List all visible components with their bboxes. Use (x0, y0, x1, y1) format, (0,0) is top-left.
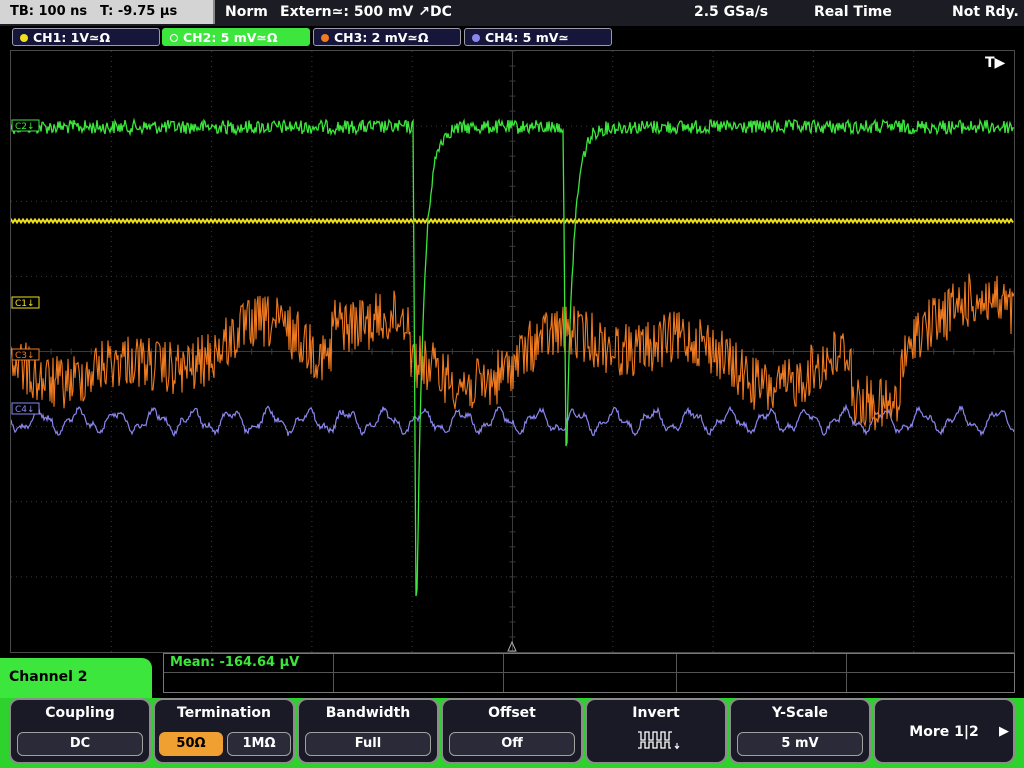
offset-value[interactable]: Off (449, 732, 575, 756)
menu-title-tab: Channel 2 (0, 658, 152, 700)
trigger-time-readout: T: -9.75 µs (100, 4, 178, 19)
invert-softkey[interactable]: Invert (585, 698, 727, 764)
termination-1mohm-option[interactable]: 1MΩ (227, 732, 291, 756)
more-label: More 1|2 (909, 724, 979, 740)
bandwidth-softkey[interactable]: Bandwidth Full (297, 698, 439, 764)
invert-label: Invert (632, 705, 680, 721)
menu-title: Channel 2 (9, 669, 88, 685)
timebase-box[interactable]: TB: 100 ns T: -9.75 µs (0, 0, 215, 24)
trigger-source[interactable]: Extern≃: 500 mV ↗DC (280, 0, 452, 24)
graticule (11, 51, 1014, 652)
ch4-marker-label: C4↓ (15, 405, 35, 415)
ch4-ground-marker[interactable]: C4↓ (11, 402, 40, 415)
more-softkey[interactable]: More 1|2 ▶ (873, 698, 1015, 764)
offset-label: Offset (488, 705, 536, 721)
channel-tab-ch3[interactable]: CH3: 2 mV≃Ω (313, 28, 461, 46)
right-triangle-icon: ▶ (999, 724, 1009, 739)
coupling-label: Coupling (45, 705, 115, 721)
channel-tab-label: CH4: 5 mV≃ (485, 30, 569, 45)
channel-tabs: CH1: 1V≃Ω CH2: 5 mV≃Ω CH3: 2 mV≃Ω CH4: 5… (0, 26, 1024, 48)
ch1-color-dot (20, 34, 28, 42)
measurement-divider (676, 654, 677, 692)
ch4-color-dot (472, 34, 480, 42)
ch2-color-dot (170, 34, 178, 42)
sample-rate: 2.5 GSa/s (694, 4, 769, 20)
ch3-ground-marker[interactable]: C3↓ (11, 348, 40, 361)
coupling-softkey[interactable]: Coupling DC (9, 698, 151, 764)
coupling-value[interactable]: DC (17, 732, 143, 756)
ch3-marker-label: C3↓ (15, 351, 35, 361)
ch2-ground-marker[interactable]: C2↓ (11, 119, 40, 132)
ch1-marker-label: C1↓ (15, 299, 35, 309)
waveform-canvas: C2↓ C1↓ C3↓ C4↓ T▶ (11, 51, 1014, 652)
channel-tab-ch4[interactable]: CH4: 5 mV≃ (464, 28, 612, 46)
y-scale-label: Y-Scale (771, 705, 828, 721)
acquisition-status: Not Rdy. (952, 4, 1019, 20)
acquisition-mode[interactable]: Norm (225, 0, 268, 24)
channel-tab-label: CH1: 1V≃Ω (33, 30, 111, 45)
ch2-marker-label: C2↓ (15, 122, 35, 132)
ch1-waveform (11, 217, 1014, 225)
termination-label: Termination (177, 705, 271, 721)
measurement-divider (846, 654, 847, 692)
termination-softkey[interactable]: Termination 50Ω 1MΩ (153, 698, 295, 764)
y-scale-value[interactable]: 5 mV (737, 732, 863, 756)
waveform-display[interactable]: C2↓ C1↓ C3↓ C4↓ T▶ (10, 50, 1015, 653)
status-bar: TB: 100 ns T: -9.75 µs Norm Extern≃: 500… (0, 0, 1024, 26)
ch3-color-dot (321, 34, 329, 42)
measurement-divider (333, 654, 334, 692)
measurement-divider (503, 654, 504, 692)
measurement-bar: Mean: -164.64 µV (163, 653, 1015, 693)
timebase-readout: TB: 100 ns (10, 4, 88, 19)
offset-softkey[interactable]: Offset Off (441, 698, 583, 764)
y-scale-softkey[interactable]: Y-Scale 5 mV (729, 698, 871, 764)
softkey-bar: Coupling DC Termination 50Ω 1MΩ Bandwidt… (0, 698, 1024, 768)
bandwidth-label: Bandwidth (325, 705, 411, 721)
measurement-mean[interactable]: Mean: -164.64 µV (170, 654, 299, 672)
bandwidth-value[interactable]: Full (305, 732, 431, 756)
time-mode: Real Time (814, 4, 892, 20)
trigger-position-marker[interactable]: T▶ (985, 55, 1006, 71)
channel-tab-ch2[interactable]: CH2: 5 mV≃Ω (162, 28, 310, 46)
pulse-train-icon (638, 731, 680, 750)
channel-tab-ch1[interactable]: CH1: 1V≃Ω (12, 28, 160, 46)
termination-50ohm-option[interactable]: 50Ω (159, 732, 223, 756)
channel-tab-label: CH2: 5 mV≃Ω (183, 30, 278, 45)
channel-tab-label: CH3: 2 mV≃Ω (334, 30, 429, 45)
ch1-ground-marker[interactable]: C1↓ (11, 296, 40, 309)
